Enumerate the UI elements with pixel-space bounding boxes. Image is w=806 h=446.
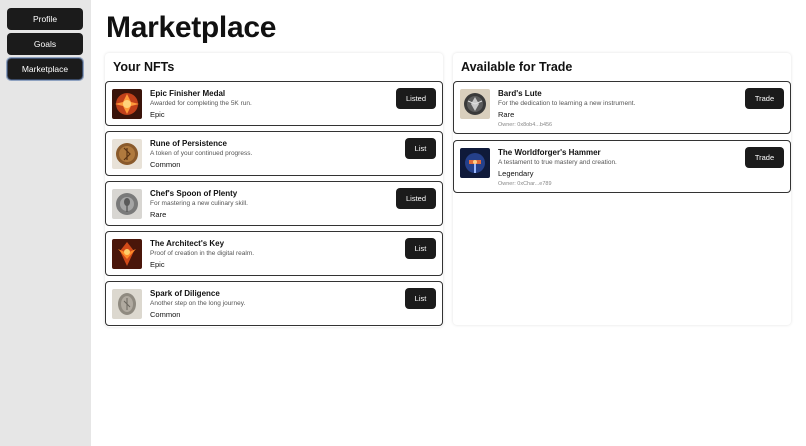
nft-name: Epic Finisher Medal [150, 89, 226, 98]
listed-button[interactable]: Listed [396, 188, 436, 209]
trade-item-name: The Worldforger's Hammer [498, 148, 601, 157]
trade-item-description: For the dedication to learning a new ins… [498, 100, 636, 107]
nft-card: Spark of Diligence Another step on the l… [105, 281, 443, 326]
key-image [112, 239, 142, 269]
nft-description: A token of your continued progress. [150, 150, 253, 157]
nft-rarity: Rare [150, 210, 167, 219]
trade-panel: Available for Trade Bard's Lute For the … [453, 53, 791, 325]
nav-goals-button[interactable]: Goals [7, 33, 83, 55]
spoon-image [112, 189, 142, 219]
trade-card: Bard's Lute For the dedication to learni… [453, 81, 791, 134]
trade-item-description: A testament to true mastery and creation… [498, 159, 617, 166]
trade-item-name: Bard's Lute [498, 89, 542, 98]
nav-profile-button[interactable]: Profile [7, 8, 83, 30]
trade-item-rarity: Legendary [498, 169, 534, 178]
nft-rarity: Common [150, 310, 181, 319]
nft-description: Proof of creation in the digital realm. [150, 250, 255, 257]
nft-description: For mastering a new culinary skill. [150, 200, 248, 207]
list-button[interactable]: List [405, 288, 436, 309]
nft-description: Awarded for completing the 5K run. [150, 100, 252, 107]
rune-image [112, 139, 142, 169]
list-button[interactable]: List [405, 138, 436, 159]
nav-marketplace-button[interactable]: Marketplace [6, 57, 84, 81]
trade-card: The Worldforger's Hammer A testament to … [453, 140, 791, 193]
nft-name: The Architect's Key [150, 239, 225, 248]
medal-image [112, 89, 142, 119]
nft-name: Rune of Persistence [150, 139, 227, 148]
lute-image [460, 89, 490, 119]
your-nfts-panel: Your NFTs Epic Finisher Medal Awarded fo… [105, 53, 443, 327]
trade-heading: Available for Trade [461, 60, 573, 74]
nft-card: The Architect's Key Proof of creation in… [105, 231, 443, 276]
list-button[interactable]: List [405, 238, 436, 259]
nft-card: Rune of Persistence A token of your cont… [105, 131, 443, 176]
nft-name: Spark of Diligence [150, 289, 220, 298]
listed-button[interactable]: Listed [396, 88, 436, 109]
nft-rarity: Epic [150, 260, 165, 269]
trade-item-owner: Owner: 0xChar...e789 [498, 181, 552, 187]
nft-name: Chef's Spoon of Plenty [150, 189, 238, 198]
trade-button[interactable]: Trade [745, 147, 784, 168]
nft-rarity: Common [150, 160, 181, 169]
trade-item-owner: Owner: 0x8ob4...b456 [498, 122, 553, 128]
trade-button[interactable]: Trade [745, 88, 784, 109]
hammer-image [460, 148, 490, 178]
nft-rarity: Epic [150, 110, 165, 119]
nft-card: Epic Finisher Medal Awarded for completi… [105, 81, 443, 126]
nft-description: Another step on the long journey. [150, 300, 246, 307]
spark-image [112, 289, 142, 319]
sidebar: Profile Goals Marketplace [0, 0, 91, 446]
your-nfts-heading: Your NFTs [113, 60, 175, 74]
page-title: Marketplace [106, 11, 277, 44]
nft-card: Chef's Spoon of Plenty For mastering a n… [105, 181, 443, 226]
trade-item-rarity: Rare [498, 110, 515, 119]
